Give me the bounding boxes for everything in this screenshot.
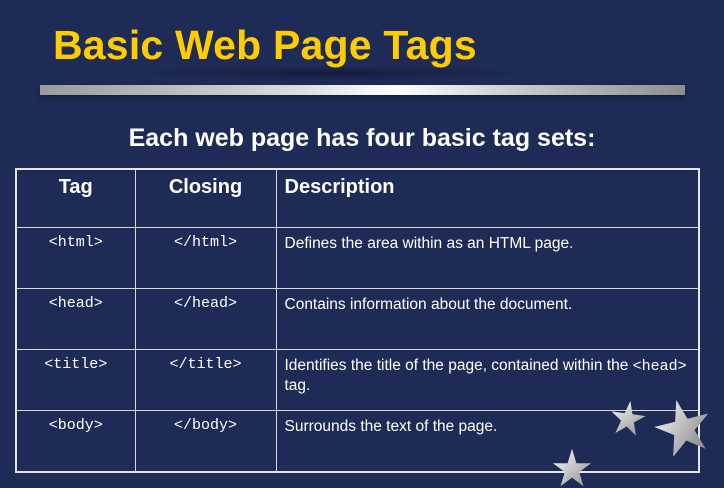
slide-title: Basic Web Page Tags [53,22,477,68]
tag-cell: <body> [15,410,136,473]
star-icon [654,399,709,456]
slide-subtitle: Each web page has four basic tag sets: [128,124,596,152]
closing-cell: </body> [134,410,277,473]
description-text: Contains information about the document. [284,296,573,313]
tag-cell: <html> [15,227,136,289]
title-divider [40,85,685,95]
slide: Basic Web Page Tags Each web page has fo… [0,0,724,487]
tag-cell: <head> [15,288,136,350]
header-closing: Closing [134,168,277,228]
description-text: Surrounds the text of the page. [284,418,498,435]
table-row: <title> </title> Identifies the title of… [15,349,700,411]
tag-cell: <title> [15,349,136,411]
header-description: Description [275,168,700,228]
description-tail: tag. [284,377,311,394]
description-text: Defines the area within as an HTML page. [284,235,574,252]
table-header-row: Tag Closing Description [15,168,700,228]
table-row: <html> </html> Defines the area within a… [15,227,700,289]
star-icon [611,400,646,436]
closing-cell: </title> [134,349,277,411]
table-row: <body> </body> Surrounds the text of the… [15,410,700,473]
header-tag: Tag [15,168,136,228]
table-row: <head> </head> Contains information abou… [15,288,700,350]
closing-cell: </html> [134,227,277,289]
description-code: <head> [632,358,687,375]
description-cell: Contains information about the document. [275,288,700,350]
description-cell: Defines the area within as an HTML page. [275,227,700,289]
description-text: Identifies the title of the page, contai… [284,357,633,374]
closing-cell: </head> [134,288,277,350]
tags-table: Tag Closing Description <html> </html> D… [15,168,700,473]
star-icon [552,448,592,487]
